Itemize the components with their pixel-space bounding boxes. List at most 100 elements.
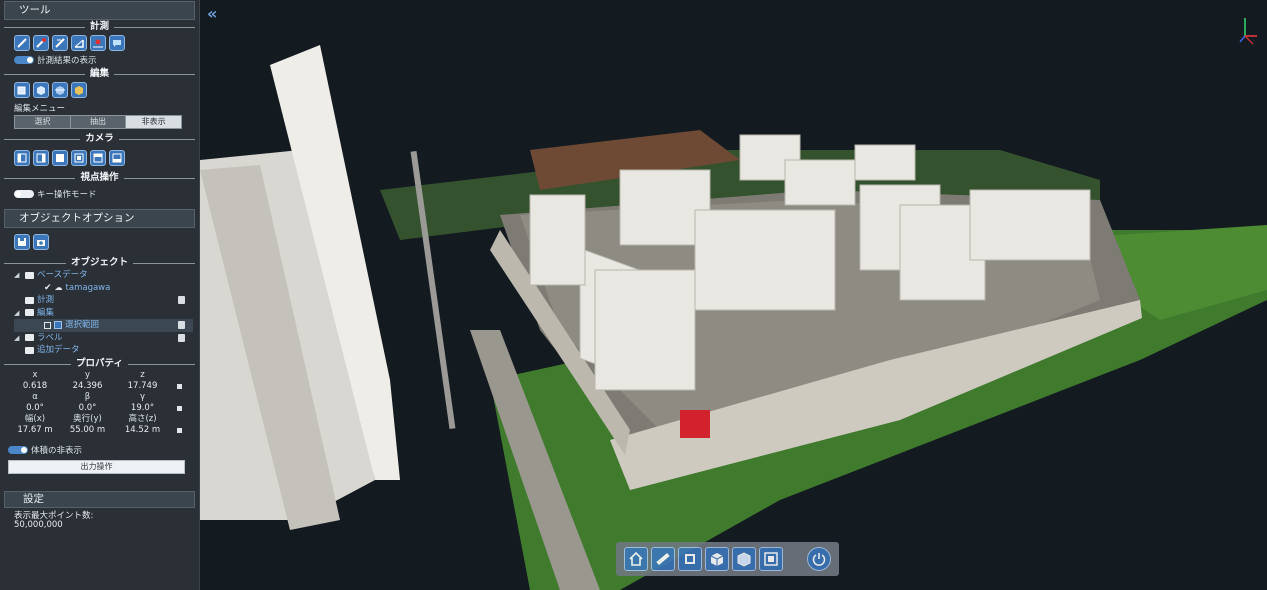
prop-value-x: 0.618 bbox=[22, 380, 48, 391]
camera-icon[interactable] bbox=[33, 234, 49, 250]
properties-section-title: プロパティ bbox=[0, 357, 199, 370]
tree-item-added-data[interactable]: 追加データ bbox=[14, 344, 193, 357]
tree-item-label[interactable]: ◢ ラベル bbox=[14, 332, 193, 345]
trash-icon[interactable] bbox=[178, 321, 185, 329]
prop-value-width: 17.67 m bbox=[17, 424, 53, 435]
distance-icon[interactable] bbox=[14, 35, 30, 51]
key-mode-label: キー操作モード bbox=[37, 190, 97, 200]
height-icon[interactable] bbox=[52, 35, 68, 51]
left-view-icon[interactable] bbox=[14, 150, 30, 166]
edit-size-icon[interactable] bbox=[170, 425, 188, 436]
show-measure-results-label: 計測結果の表示 bbox=[37, 56, 97, 66]
select-box-icon[interactable] bbox=[14, 82, 30, 98]
top-view-icon[interactable] bbox=[90, 150, 106, 166]
prop-header-width: 幅(x) bbox=[24, 413, 46, 424]
max-points-value: 50,000,000 bbox=[14, 519, 63, 530]
collapse-sidebar-icon[interactable]: « bbox=[207, 4, 217, 23]
axis-gizmo-icon bbox=[1239, 18, 1257, 45]
edit-position-icon[interactable] bbox=[170, 381, 188, 392]
key-mode-toggle[interactable] bbox=[14, 190, 34, 198]
tools-panel-header[interactable]: ツール bbox=[4, 1, 195, 20]
prop-header-depth: 奥行(y) bbox=[73, 413, 102, 424]
area-icon[interactable] bbox=[33, 35, 49, 51]
prop-header-height: 高さ(z) bbox=[128, 413, 157, 424]
box-icon bbox=[54, 321, 62, 330]
perspective-icon[interactable] bbox=[732, 547, 756, 571]
objects-section-title: オブジェクト bbox=[0, 256, 199, 269]
bottom-view-icon[interactable] bbox=[109, 150, 125, 166]
trash-icon[interactable] bbox=[178, 296, 185, 304]
right-view-icon[interactable] bbox=[33, 150, 49, 166]
object-tree: ◢ ベースデータ ✔ ☁ tamagawa 計測 ◢ 編集 選択範囲 ◢ ラベル bbox=[0, 269, 199, 357]
prop-value-y: 24.396 bbox=[72, 380, 103, 391]
prop-header-alpha: α bbox=[32, 391, 38, 402]
folder-icon bbox=[25, 334, 34, 342]
checkmark-icon[interactable]: ✔ bbox=[44, 282, 52, 295]
caret-down-icon[interactable]: ◢ bbox=[14, 307, 22, 320]
output-button[interactable]: 出力操作 bbox=[8, 459, 185, 474]
front-view-icon[interactable] bbox=[52, 150, 68, 166]
hide-volume-label: 体積の非表示 bbox=[31, 445, 83, 456]
prop-header-x: x bbox=[32, 369, 38, 380]
edit-hide-segment[interactable]: 非表示 bbox=[126, 116, 182, 128]
prop-value-z: 17.749 bbox=[127, 380, 158, 391]
caret-down-icon[interactable]: ◢ bbox=[14, 332, 22, 345]
edit-select-segment[interactable]: 選択 bbox=[15, 116, 71, 128]
prop-header-beta: β bbox=[84, 391, 91, 402]
save-icon[interactable] bbox=[14, 234, 30, 250]
edit-mode-segmented: 選択 抽出 非表示 bbox=[14, 115, 182, 129]
checkbox[interactable] bbox=[44, 321, 51, 329]
folder-icon bbox=[25, 309, 34, 317]
settings-header[interactable]: 設定 bbox=[4, 490, 195, 508]
comment-icon[interactable] bbox=[109, 35, 125, 51]
caret-down-icon[interactable]: ◢ bbox=[14, 269, 22, 282]
hide-volume-toggle[interactable] bbox=[8, 445, 28, 454]
key-mode-row: キー操作モード bbox=[0, 184, 199, 201]
bottom-toolbar bbox=[616, 542, 839, 576]
prop-header-z: z bbox=[140, 369, 145, 380]
clip-polygon-icon[interactable] bbox=[52, 82, 68, 98]
tree-item-tamagawa[interactable]: ✔ ☁ tamagawa bbox=[14, 282, 193, 295]
fit-icon[interactable] bbox=[678, 547, 702, 571]
sidebar: ツール 計測 計測結果の表示 編集 編集メニュー 選択 抽出 非表示 カメラ 視… bbox=[0, 0, 200, 590]
edit-extract-segment[interactable]: 抽出 bbox=[70, 116, 127, 128]
measure-toolbar bbox=[0, 33, 199, 53]
clip-box-icon[interactable] bbox=[33, 82, 49, 98]
angle-icon[interactable] bbox=[71, 35, 87, 51]
edit-rotation-icon[interactable] bbox=[170, 403, 188, 414]
camera-section-title: カメラ bbox=[0, 132, 199, 145]
viewpoint-section-title: 視点操作 bbox=[0, 171, 199, 184]
prop-value-alpha: 0.0° bbox=[26, 402, 44, 413]
measure-ruler-icon[interactable] bbox=[651, 547, 675, 571]
ortho-icon[interactable] bbox=[759, 547, 783, 571]
show-measure-results-row: 計測結果の表示 bbox=[0, 53, 199, 67]
prop-value-beta: 0.0° bbox=[78, 402, 97, 413]
tree-item-edit[interactable]: ◢ 編集 bbox=[14, 307, 193, 320]
object-options-header[interactable]: オブジェクトオプション bbox=[4, 209, 195, 228]
point-icon[interactable] bbox=[90, 35, 106, 51]
tree-item-selection-range[interactable]: 選択範囲 bbox=[14, 319, 193, 332]
tree-item-measure[interactable]: 計測 bbox=[14, 294, 193, 307]
point-cloud-viewport[interactable]: « bbox=[200, 0, 1267, 590]
prop-value-gamma: 19.0° bbox=[130, 402, 155, 413]
home-icon[interactable] bbox=[624, 547, 648, 571]
trash-icon[interactable] bbox=[178, 333, 185, 342]
folder-icon bbox=[25, 296, 34, 304]
back-view-icon[interactable] bbox=[71, 150, 87, 166]
red-box bbox=[680, 410, 710, 438]
show-measure-results-toggle[interactable] bbox=[14, 56, 34, 64]
folder-icon bbox=[25, 346, 34, 354]
prop-value-depth: 55.00 m bbox=[69, 424, 106, 435]
hide-volume-row: 体積の非表示 bbox=[0, 436, 199, 456]
point-cloud-scene[interactable] bbox=[200, 0, 1267, 590]
tree-item-base-data[interactable]: ◢ ベースデータ bbox=[14, 269, 193, 282]
cloud-icon: ☁ bbox=[54, 282, 63, 292]
prop-value-height: 14.52 m bbox=[124, 424, 161, 435]
edit-menu-label: 編集メニュー bbox=[14, 104, 66, 114]
box-view-icon[interactable] bbox=[705, 547, 729, 571]
power-icon[interactable] bbox=[807, 547, 831, 571]
camera-toolbar bbox=[0, 145, 199, 168]
clip-plane-icon[interactable] bbox=[71, 82, 87, 98]
measure-section-title: 計測 bbox=[0, 20, 199, 33]
folder-icon bbox=[25, 271, 34, 279]
